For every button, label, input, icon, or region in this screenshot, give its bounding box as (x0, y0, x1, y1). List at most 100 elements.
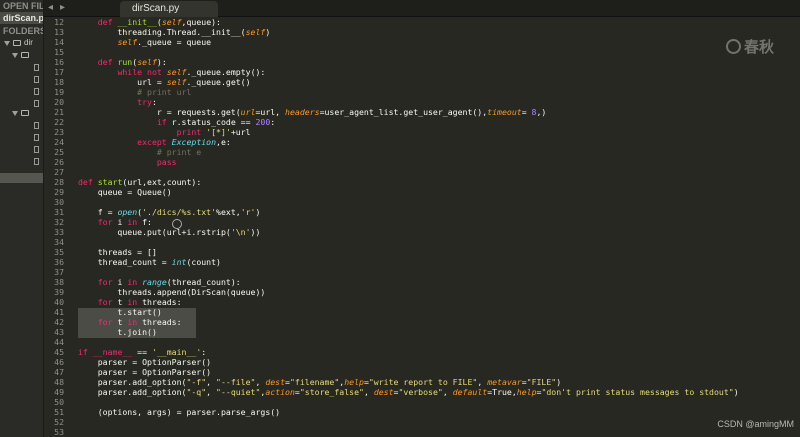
code-line[interactable]: threads.append(DirScan(queue)) (78, 287, 265, 297)
code-line[interactable]: pass (78, 157, 177, 167)
line-number: 42 (54, 317, 64, 327)
code-line[interactable]: # print url (78, 87, 191, 97)
line-number: 53 (54, 427, 64, 437)
tree-file[interactable] (0, 132, 43, 143)
expand-arrow-icon[interactable] (12, 53, 18, 58)
line-number: 14 (54, 37, 64, 47)
folder-icon (21, 110, 29, 116)
line-number: 41 (54, 307, 64, 317)
line-number: 36 (54, 257, 64, 267)
tree-file[interactable] (0, 144, 43, 155)
tree-file[interactable] (0, 120, 43, 131)
code-line[interactable]: parser = OptionParser() (78, 367, 211, 377)
line-number: 34 (54, 237, 64, 247)
folder-icon (21, 52, 29, 58)
open-file-item[interactable]: dirScan.py (0, 12, 43, 24)
code-line[interactable]: parser = OptionParser() (78, 357, 211, 367)
tab-bar: ◂ ▸ dirScan.py (44, 0, 800, 17)
tree-file[interactable] (0, 62, 43, 73)
code-line[interactable]: if r.status_code == 200: (78, 117, 275, 127)
line-number: 15 (54, 47, 64, 57)
line-number: 27 (54, 167, 64, 177)
watermark-text: 春秋 (743, 38, 774, 56)
code-line[interactable]: for i in f: (78, 217, 152, 227)
line-number: 19 (54, 87, 64, 97)
code-line[interactable]: (options, args) = parser.parse_args() (78, 407, 280, 417)
line-number: 44 (54, 337, 64, 347)
tab-dirscan[interactable]: dirScan.py (120, 1, 218, 17)
code-line[interactable]: queue.put(url+i.rstrip('\n')) (78, 227, 260, 237)
line-number: 33 (54, 227, 64, 237)
tree-file[interactable] (0, 74, 43, 85)
file-icon (34, 146, 39, 153)
code-line[interactable]: def start(url,ext,count): (78, 177, 201, 187)
code-line[interactable]: url = self._queue.get() (78, 77, 250, 87)
line-number: 17 (54, 67, 64, 77)
file-icon (34, 122, 39, 129)
file-icon (34, 158, 39, 165)
expand-arrow-icon[interactable] (4, 41, 10, 46)
code-line[interactable]: print '[*]'+url (78, 127, 251, 137)
tree-root-folder[interactable]: dir (0, 38, 43, 49)
code-line[interactable]: self._queue = queue (78, 37, 211, 47)
code-editor[interactable]: 12 13 14 15 16 17 18 19 20 21 22 23 24 25 26 27 28 29 30 31… (44, 17, 800, 437)
code-line[interactable]: r = requests.get(url=url, headers=user_a… (78, 107, 546, 117)
code-line[interactable]: thread_count = int(count) (78, 257, 221, 267)
line-number: 32 (54, 217, 64, 227)
code-line[interactable]: def __init__(self,queue): (78, 17, 221, 27)
code-line[interactable]: def run(self): (78, 57, 167, 67)
credit-text: CSDN @amingMM (717, 419, 794, 429)
code-line[interactable]: except Exception,e: (78, 137, 231, 147)
line-number: 18 (54, 77, 64, 87)
line-number: 16 (54, 57, 64, 67)
code-line[interactable]: parser.add_option("-q", "--quiet",action… (78, 387, 739, 397)
line-number: 20 (54, 97, 64, 107)
code-line[interactable]: threads = [] (78, 247, 157, 257)
line-number: 51 (54, 407, 64, 417)
folder-icon (13, 40, 21, 46)
code-line[interactable]: parser.add_option("-f", "--file", dest="… (78, 377, 561, 387)
code-line[interactable]: for i in range(thread_count): (78, 277, 241, 287)
code-line[interactable]: t.join() (78, 327, 156, 337)
code-line[interactable]: for t in threads: (78, 297, 182, 307)
expand-arrow-icon[interactable] (12, 111, 18, 116)
line-number: 25 (54, 147, 64, 157)
code-line[interactable]: for t in threads: (78, 317, 182, 327)
line-number: 50 (54, 397, 64, 407)
folders-header: FOLDERS (3, 26, 44, 36)
chevron-right-icon[interactable]: ▸ (60, 2, 65, 13)
line-number: 40 (54, 297, 64, 307)
code-line[interactable]: queue = Queue() (78, 187, 172, 197)
mouse-cursor-icon (172, 219, 182, 229)
line-number: 31 (54, 207, 64, 217)
line-number: 30 (54, 197, 64, 207)
code-line[interactable]: threading.Thread.__init__(self) (78, 27, 270, 37)
tree-file-selected[interactable] (0, 173, 43, 183)
line-number: 39 (54, 287, 64, 297)
line-number: 13 (54, 27, 64, 37)
code-line[interactable]: while not self._queue.empty(): (78, 67, 265, 77)
tree-subfolder[interactable] (0, 108, 43, 119)
line-number: 28 (54, 177, 64, 187)
file-icon (34, 64, 39, 71)
file-icon (34, 134, 39, 141)
tree-subfolder[interactable] (0, 50, 43, 61)
code-line[interactable]: try: (78, 97, 157, 107)
line-number: 37 (54, 267, 64, 277)
tree-file[interactable] (0, 86, 43, 97)
code-line[interactable]: f = open('./dics/%s.txt'%ext,'r') (78, 207, 261, 217)
sidebar: OPEN FILES dirScan.py FOLDERS dir (0, 0, 44, 437)
code-line[interactable]: # print e (78, 147, 201, 157)
code-area[interactable]: def __init__(self,queue): threading.Thre… (78, 17, 798, 437)
line-number-gutter: 12 13 14 15 16 17 18 19 20 21 22 23 24 25 26 27 28 29 30 31… (44, 17, 72, 437)
line-number: 43 (54, 327, 64, 337)
line-number: 35 (54, 247, 64, 257)
line-number: 38 (54, 277, 64, 287)
code-line[interactable]: t.start() (78, 307, 161, 317)
chevron-left-icon[interactable]: ◂ (48, 2, 53, 13)
line-number: 12 (54, 17, 64, 27)
code-line[interactable]: if __name__ == '__main__': (78, 347, 206, 357)
line-number: 47 (54, 367, 64, 377)
tree-file[interactable] (0, 156, 43, 167)
watermark: 春秋 (725, 36, 774, 57)
